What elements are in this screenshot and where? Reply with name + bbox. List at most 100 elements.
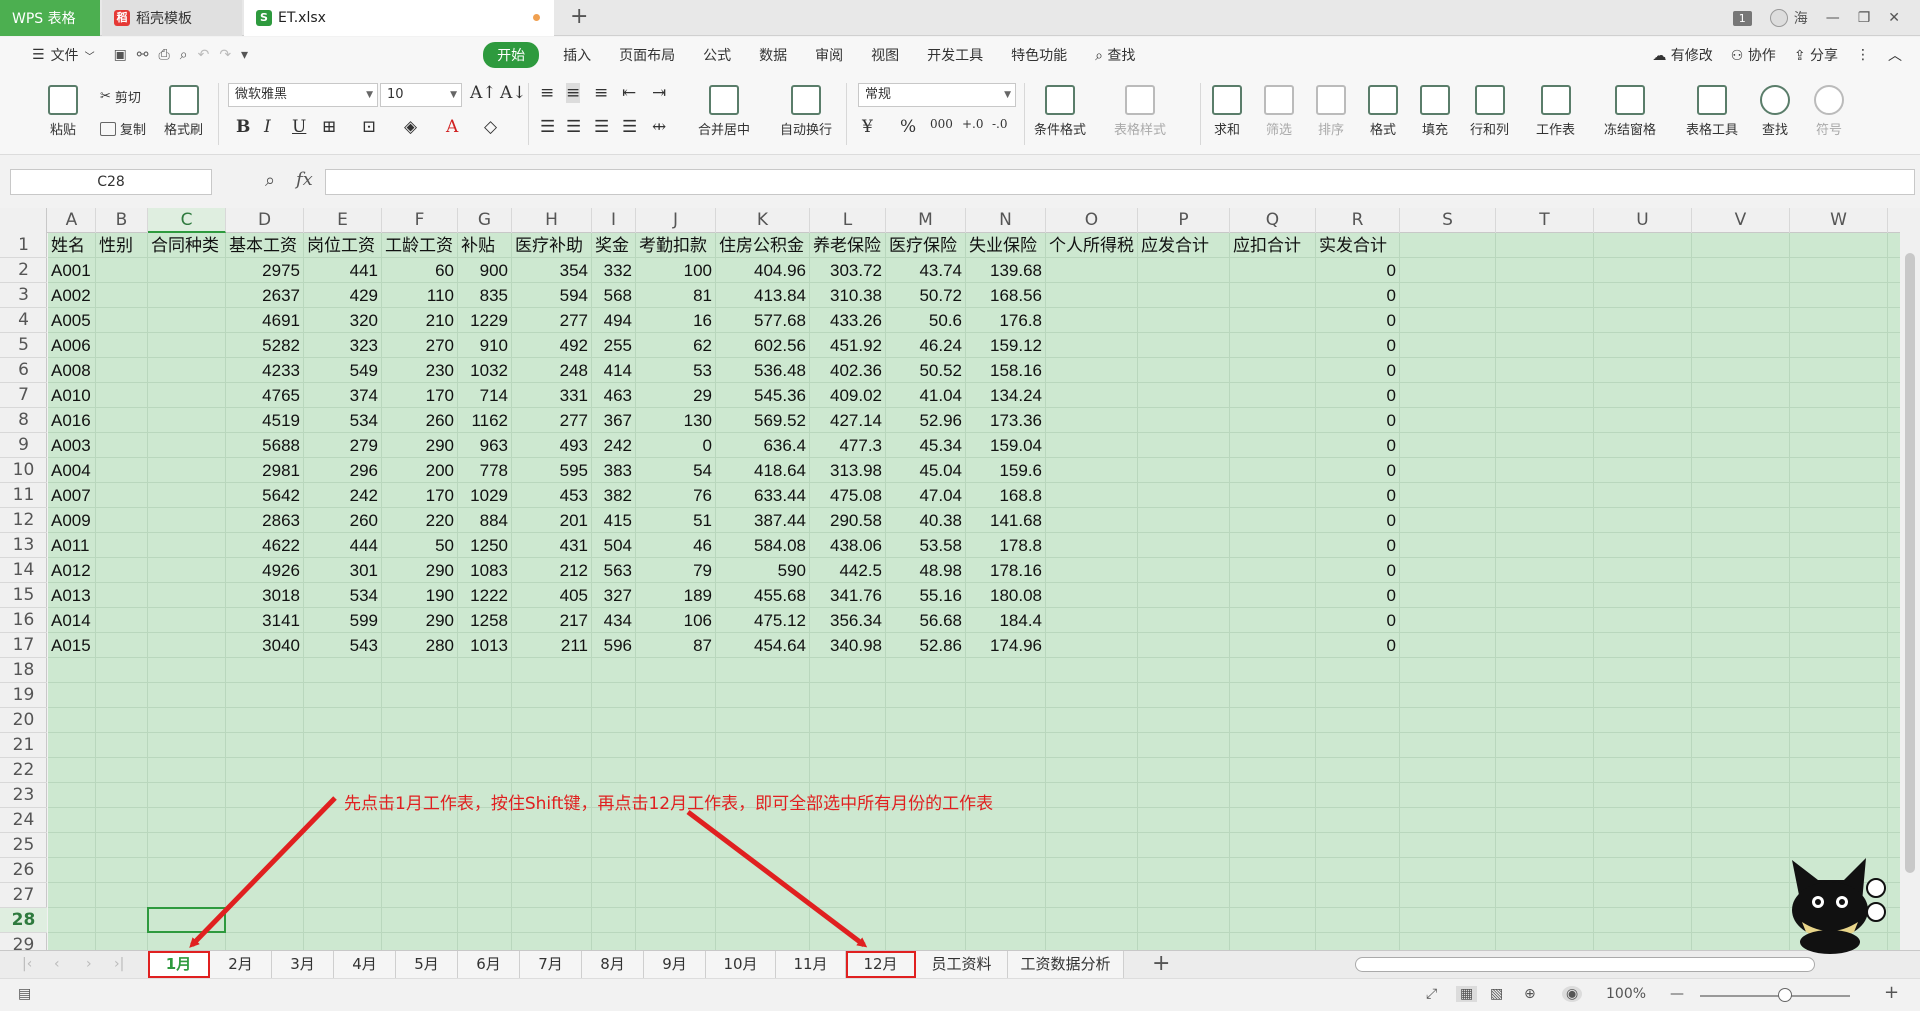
collapse-ribbon-icon[interactable]: ︿ bbox=[1888, 45, 1902, 65]
data-cell[interactable]: 910 bbox=[458, 333, 512, 358]
data-cell[interactable]: A011 bbox=[48, 533, 96, 558]
sheet-tab[interactable]: 4月 bbox=[334, 951, 396, 978]
data-cell[interactable]: 3040 bbox=[226, 633, 304, 658]
indent-decrease-icon[interactable]: ⇤ bbox=[622, 83, 636, 103]
data-cell[interactable]: 413.84 bbox=[716, 283, 810, 308]
data-cell[interactable]: 0 bbox=[1316, 458, 1400, 483]
data-cell[interactable]: 53.58 bbox=[886, 533, 966, 558]
data-cell[interactable]: 0 bbox=[1316, 533, 1400, 558]
sheet-tab[interactable]: 员工资料 bbox=[916, 951, 1008, 978]
data-cell[interactable]: 475.12 bbox=[716, 608, 810, 633]
data-cell[interactable]: 200 bbox=[382, 458, 458, 483]
decrease-decimal-icon[interactable]: -.0 bbox=[992, 117, 1008, 131]
sheet-tab[interactable]: 8月 bbox=[582, 951, 644, 978]
column-header[interactable]: O bbox=[1046, 208, 1138, 233]
copy-button[interactable]: 复制 bbox=[100, 119, 146, 138]
data-cell[interactable]: 0 bbox=[1316, 583, 1400, 608]
data-cell[interactable]: 596 bbox=[592, 633, 636, 658]
data-cell[interactable]: 1229 bbox=[458, 308, 512, 333]
column-header[interactable]: Q bbox=[1230, 208, 1316, 233]
data-cell[interactable]: 382 bbox=[592, 483, 636, 508]
tab-data[interactable]: 数据 bbox=[745, 45, 801, 65]
column-header[interactable]: B bbox=[96, 208, 148, 233]
data-cell[interactable]: 444 bbox=[304, 533, 382, 558]
data-cell[interactable]: 51 bbox=[636, 508, 716, 533]
row-header[interactable]: 6 bbox=[0, 358, 47, 383]
data-cell[interactable]: 429 bbox=[304, 283, 382, 308]
row-header[interactable]: 12 bbox=[0, 508, 47, 533]
data-cell[interactable]: A012 bbox=[48, 558, 96, 583]
scroll-thumb[interactable] bbox=[1905, 253, 1915, 873]
data-cell[interactable]: 0 bbox=[1316, 333, 1400, 358]
data-cell[interactable]: 2981 bbox=[226, 458, 304, 483]
data-cell[interactable]: 230 bbox=[382, 358, 458, 383]
header-cell[interactable]: 岗位工资 bbox=[304, 233, 382, 258]
data-cell[interactable]: 159.12 bbox=[966, 333, 1046, 358]
data-cell[interactable]: 354 bbox=[512, 258, 592, 283]
tab-wps[interactable]: WPS 表格 bbox=[0, 0, 100, 36]
formula-input[interactable] bbox=[325, 169, 1915, 195]
window-count-badge[interactable]: 1 bbox=[1732, 10, 1752, 26]
data-cell[interactable]: 141.68 bbox=[966, 508, 1046, 533]
data-cell[interactable]: A015 bbox=[48, 633, 96, 658]
sheet-tab[interactable]: 1月 bbox=[148, 951, 210, 978]
data-cell[interactable]: 277 bbox=[512, 408, 592, 433]
data-cell[interactable]: 0 bbox=[1316, 408, 1400, 433]
row-header[interactable]: 7 bbox=[0, 383, 47, 408]
header-cell[interactable]: 基本工资 bbox=[226, 233, 304, 258]
row-header[interactable]: 10 bbox=[0, 458, 47, 483]
header-cell[interactable]: 奖金 bbox=[592, 233, 636, 258]
align-bottom-icon[interactable]: ≡ bbox=[594, 83, 608, 103]
data-cell[interactable]: 438.06 bbox=[810, 533, 886, 558]
justify-icon[interactable]: ☰ bbox=[622, 117, 637, 137]
auto-wrap-button[interactable]: 自动换行 bbox=[780, 85, 832, 138]
data-cell[interactable]: 1250 bbox=[458, 533, 512, 558]
data-cell[interactable]: 170 bbox=[382, 383, 458, 408]
data-cell[interactable]: 415 bbox=[592, 508, 636, 533]
data-cell[interactable]: 45.04 bbox=[886, 458, 966, 483]
data-cell[interactable]: 455.68 bbox=[716, 583, 810, 608]
data-cell[interactable]: 1222 bbox=[458, 583, 512, 608]
align-right-icon[interactable]: ☰ bbox=[594, 117, 609, 137]
data-cell[interactable]: 106 bbox=[636, 608, 716, 633]
header-cell[interactable]: 性别 bbox=[96, 233, 148, 258]
name-box[interactable]: C28 bbox=[10, 169, 212, 195]
data-cell[interactable]: 159.04 bbox=[966, 433, 1046, 458]
column-header[interactable]: I bbox=[592, 208, 636, 233]
data-cell[interactable]: 492 bbox=[512, 333, 592, 358]
row-header[interactable]: 18 bbox=[0, 658, 47, 683]
data-cell[interactable]: 2975 bbox=[226, 258, 304, 283]
data-cell[interactable]: 5642 bbox=[226, 483, 304, 508]
print-preview-icon[interactable]: ⌕ bbox=[175, 47, 193, 63]
column-header[interactable]: V bbox=[1692, 208, 1790, 233]
data-cell[interactable]: 189 bbox=[636, 583, 716, 608]
data-cell[interactable]: 139.68 bbox=[966, 258, 1046, 283]
user-area[interactable]: 海 bbox=[1769, 8, 1808, 28]
format-painter-button[interactable]: 格式刷 bbox=[164, 85, 203, 138]
tab-review[interactable]: 审阅 bbox=[801, 45, 857, 65]
sheet-tab[interactable]: 11月 bbox=[776, 951, 846, 978]
data-cell[interactable]: 0 bbox=[1316, 508, 1400, 533]
data-cell[interactable]: 404.96 bbox=[716, 258, 810, 283]
data-cell[interactable]: 431 bbox=[512, 533, 592, 558]
first-sheet-icon[interactable]: |‹ bbox=[22, 956, 32, 972]
data-cell[interactable]: A007 bbox=[48, 483, 96, 508]
sheet-tab[interactable]: 7月 bbox=[520, 951, 582, 978]
data-cell[interactable]: 2637 bbox=[226, 283, 304, 308]
data-cell[interactable]: 212 bbox=[512, 558, 592, 583]
row-header[interactable]: 23 bbox=[0, 783, 47, 808]
currency-icon[interactable]: ¥ bbox=[862, 117, 873, 137]
data-cell[interactable]: 260 bbox=[304, 508, 382, 533]
data-cell[interactable]: 50.52 bbox=[886, 358, 966, 383]
zoom-level[interactable]: 100% bbox=[1606, 986, 1646, 1002]
data-cell[interactable]: 477.3 bbox=[810, 433, 886, 458]
data-cell[interactable]: 602.56 bbox=[716, 333, 810, 358]
tab-insert[interactable]: 插入 bbox=[549, 45, 605, 65]
data-cell[interactable]: 170 bbox=[382, 483, 458, 508]
data-cell[interactable]: 1029 bbox=[458, 483, 512, 508]
active-cell-c28[interactable] bbox=[147, 907, 226, 933]
data-cell[interactable]: 62 bbox=[636, 333, 716, 358]
row-header[interactable]: 15 bbox=[0, 583, 47, 608]
merge-border-icon[interactable]: ⊡ bbox=[362, 117, 376, 137]
data-cell[interactable]: 76 bbox=[636, 483, 716, 508]
